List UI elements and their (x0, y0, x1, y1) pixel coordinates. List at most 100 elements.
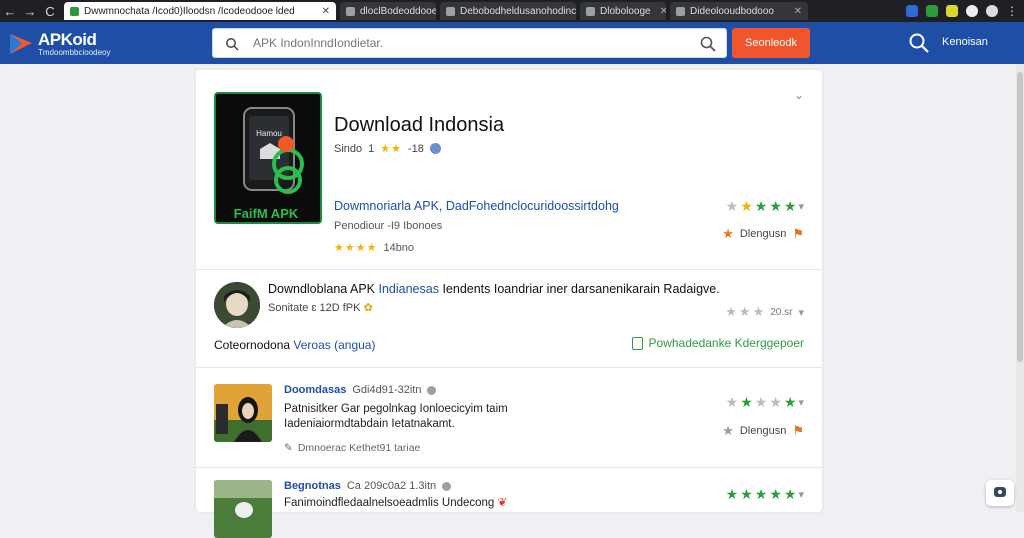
close-tab-icon[interactable]: ✕ (318, 6, 330, 17)
extension-blue-icon[interactable] (906, 5, 918, 17)
chevron-down-icon[interactable]: ▾ (798, 396, 804, 409)
comment-thumbnail (214, 384, 272, 442)
avatar (214, 282, 260, 328)
close-tab-icon[interactable]: ✕ (790, 6, 802, 17)
star-icon[interactable]: ★ (726, 394, 739, 411)
browser-tab[interactable]: Dideolooudbodooo ✕ (670, 2, 808, 20)
rating-stars: ★★★★ (334, 242, 378, 254)
app-download-link[interactable]: Dowmnoriarla APK, DadFohednclocuridoossi… (334, 199, 619, 213)
star-icon[interactable]: ★ (740, 198, 753, 215)
logo-icon (10, 34, 32, 54)
search-submit-icon[interactable] (700, 36, 716, 52)
comment-author[interactable]: Begnotnas (284, 480, 341, 492)
review-download-link[interactable]: Powhadedanke Kderggepoer (631, 336, 804, 350)
star-icon[interactable]: ★ (755, 198, 768, 215)
meta-stars: ★★ (380, 143, 402, 155)
app-rating: ★★★★ 14bno (334, 241, 415, 255)
chevron-down-icon[interactable]: ⌄ (794, 88, 804, 102)
reload-icon[interactable]: C (40, 0, 60, 22)
chevron-down-icon[interactable]: ▾ (798, 200, 804, 213)
logo-subtitle: Tmdoombbcioodeoy (38, 48, 111, 57)
star-icon[interactable]: ★ (784, 394, 797, 411)
close-tab-icon[interactable]: ✕ (656, 6, 666, 17)
search-input[interactable] (253, 29, 693, 57)
star-icon: ★ (722, 423, 734, 438)
browser-tab[interactable]: Debobodheldusanohodinc ✕ (440, 2, 576, 20)
tab-title: dloclBodeoddooe (360, 5, 436, 17)
meta-count: -18 (408, 142, 424, 155)
comment-thumbnail (214, 480, 272, 538)
search-button[interactable]: Seonleodk (732, 28, 810, 58)
meta-label: Sindo (334, 142, 363, 155)
site-logo[interactable]: APKoid Tmdoombbcioodeoy (8, 27, 148, 59)
favicon-icon (70, 6, 79, 16)
app-icon-screen-text: Hamou (256, 129, 282, 138)
comment-header: Begnotnas Ca 209c0a2 1.3itn (284, 480, 452, 492)
info-icon[interactable] (429, 143, 441, 154)
language-row[interactable]: ★ Dlengusn ⚑ (722, 226, 804, 242)
review-subtitle: Sonitate ɛ 12D fPK ✿ (268, 302, 373, 314)
profile-icon[interactable] (986, 5, 998, 17)
star-icon[interactable]: ★ (769, 394, 782, 411)
star-icon[interactable]: ★ (755, 394, 768, 411)
star-icon[interactable]: ★ (753, 304, 765, 320)
edit-icon[interactable]: ✎ (284, 442, 293, 454)
star-icon[interactable]: ★ (784, 486, 797, 503)
chat-widget-button[interactable] (986, 480, 1014, 506)
content-card: ⌄ Hamou FaifM APK Download Indonsia Sind… (196, 70, 822, 538)
flag-icon: ⚑ (792, 423, 804, 438)
chat-icon (994, 487, 1006, 497)
star-icon[interactable]: ★ (739, 304, 751, 320)
comment-body: Patnisitker Gar pegolnkag Ionloecicyim t… (284, 403, 508, 430)
back-icon[interactable]: ← (0, 0, 20, 22)
extension-yellow-icon[interactable] (946, 5, 958, 17)
favicon-icon (446, 6, 455, 16)
comment-rating[interactable]: ★ ★ ★ ★ ★ ▾ (726, 486, 804, 503)
comment-footer: ✎ Dmnoerac Kethet91 tariae (284, 442, 421, 454)
review-section: Downdloblana APK Indianesas Iendents Ioa… (196, 270, 822, 368)
star-icon[interactable]: ★ (725, 304, 737, 320)
language-label: Dlengusn (739, 228, 787, 240)
star-icon[interactable]: ★ (784, 198, 797, 215)
site-header: APKoid Tmdoombbcioodeoy Seonleodk Kenois… (0, 22, 1024, 64)
header-nav-link[interactable]: Kenoisan (942, 36, 988, 48)
star-icon[interactable]: ★ (726, 198, 739, 215)
star-icon[interactable]: ★ (769, 486, 782, 503)
browser-tab[interactable]: dloclBodeoddooe ✕ (340, 2, 436, 20)
chevron-down-icon[interactable]: ▾ (798, 488, 804, 501)
extension-green-icon[interactable] (926, 5, 938, 17)
comment-item: Doomdasas Gdi4d91-32itn Patnisitker Gar … (196, 368, 822, 468)
star-rating-control[interactable]: ★ ★ ★ ★ ★ ▾ (726, 198, 804, 215)
browser-tab[interactable]: Dlobolooge ✕ (580, 2, 666, 20)
comment-author[interactable]: Doomdasas (284, 384, 346, 396)
forward-icon[interactable]: → (20, 0, 40, 22)
extension-white-icon[interactable] (966, 5, 978, 17)
verified-icon (442, 481, 452, 491)
tab-title: Dideolooudbodooo (690, 5, 774, 17)
review-footer-left: Coteornodona Veroas (angua) (214, 338, 376, 352)
favicon-icon (346, 6, 355, 16)
comment-date: Gdi4d91-32itn (352, 384, 422, 396)
star-icon[interactable]: ★ (740, 394, 753, 411)
star-icon[interactable]: ★ (755, 486, 768, 503)
review-rating[interactable]: ★ ★ ★ 20.sr ▾ (725, 304, 804, 320)
star-icon[interactable]: ★ (726, 486, 739, 503)
browser-tab-active[interactable]: Dwwmnochata /Icod0)Iloodsn /Icodeodooe l… (64, 2, 336, 20)
flag-icon: ⚑ (792, 226, 804, 241)
browser-tab-bar: ← → C Dwwmnochata /Icod0)Iloodsn /Icodeo… (0, 0, 1024, 22)
download-icon (631, 336, 643, 350)
star-icon: ★ (722, 226, 734, 241)
app-subtitle: Penodiour -I9 Ibonoes (334, 220, 443, 232)
more-menu-icon[interactable]: ⋮ (1006, 5, 1018, 17)
verified-icon (427, 385, 437, 395)
tab-title: Dlobolooge (600, 5, 651, 17)
star-icon[interactable]: ★ (740, 486, 753, 503)
chevron-down-icon[interactable]: ▾ (798, 306, 804, 319)
scrollbar-thumb[interactable] (1017, 72, 1023, 362)
language-row[interactable]: ★ Dlengusn ⚑ (722, 423, 804, 439)
comment-rating[interactable]: ★ ★ ★ ★ ★ ▾ (726, 394, 804, 411)
header-search-icon[interactable] (908, 32, 930, 54)
tab-title: Dwwmnochata /Icod0)Iloodsn /Icodeodooe l… (84, 5, 295, 17)
rating-label: 14bno (383, 241, 415, 254)
star-icon[interactable]: ★ (769, 198, 782, 215)
